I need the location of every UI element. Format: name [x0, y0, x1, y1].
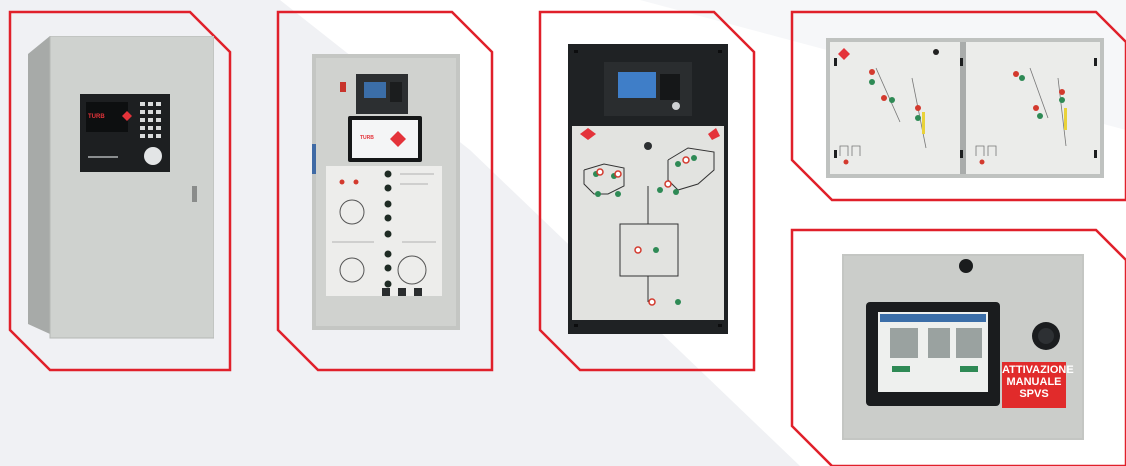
manual-activation-label: ATTIVAZIONE MANUALE SPVS [1002, 362, 1074, 408]
label-line-2: MANUALE [1006, 376, 1062, 388]
touchscreen-panel-photo [842, 254, 1084, 440]
label-line-3: SPVS [1019, 388, 1049, 400]
rack-panel-photo [568, 44, 728, 334]
control-cabinet-photo: TURB [312, 54, 460, 330]
svg-text:TURB: TURB [88, 114, 105, 120]
dual-synoptic-photo [826, 38, 1104, 178]
svg-text:TURB: TURB [360, 135, 374, 141]
label-line-1: ATTIVAZIONE [1002, 364, 1074, 376]
wall-cabinet-photo: TURB [28, 35, 215, 340]
